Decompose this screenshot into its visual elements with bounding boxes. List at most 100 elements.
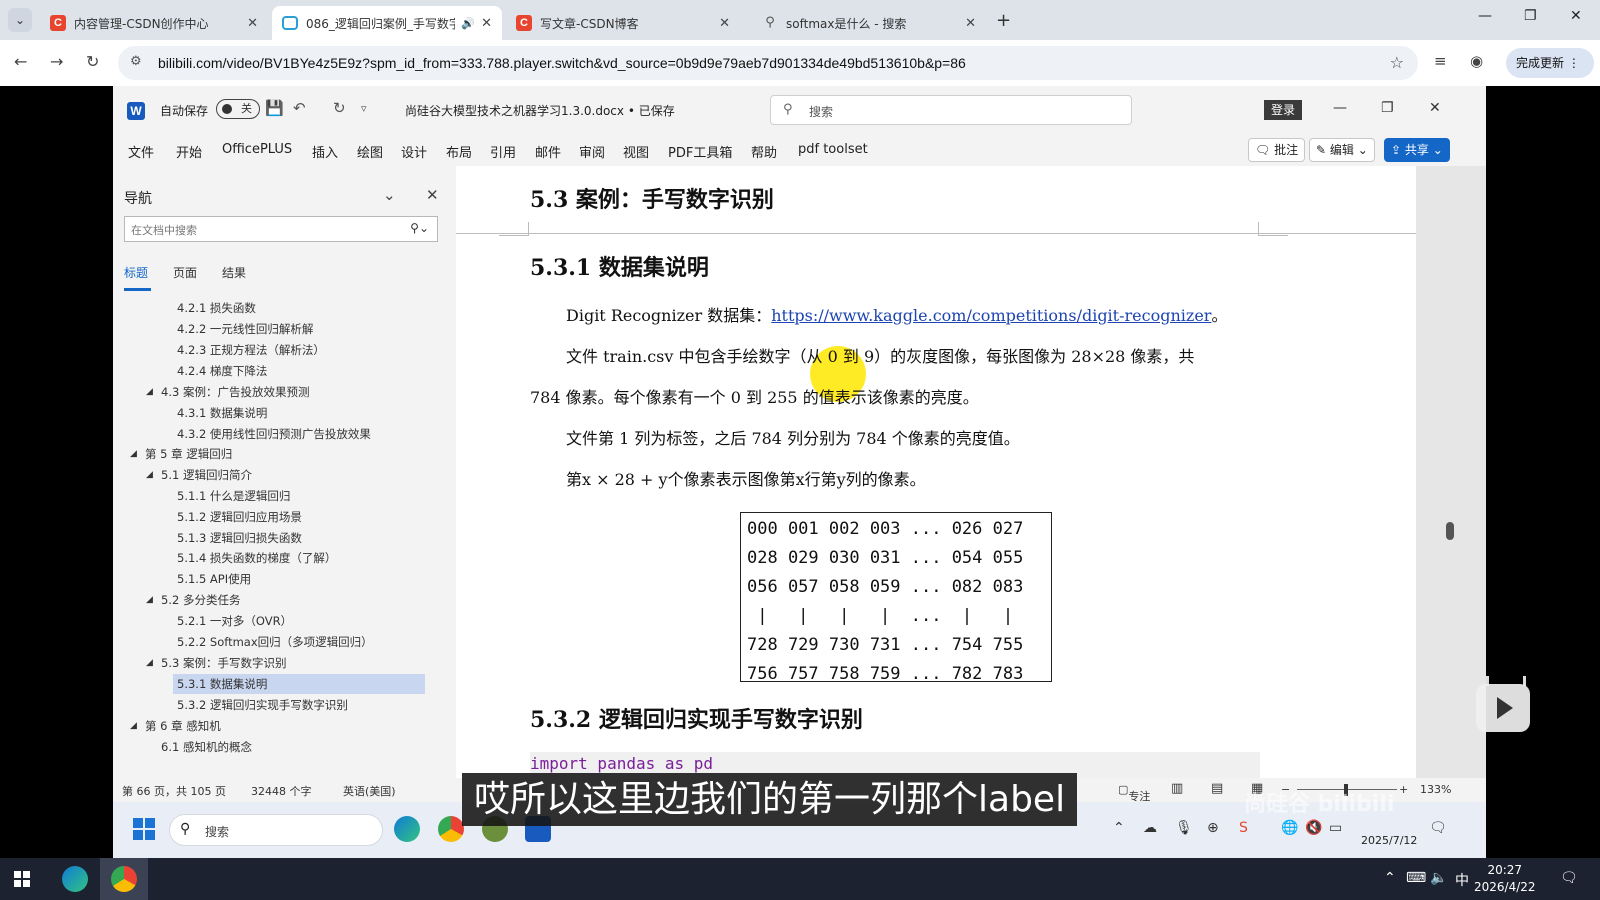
clock[interactable]: 20:27 2026/4/22 (1474, 862, 1536, 896)
collapse-triangle-icon[interactable]: ◢ (130, 444, 137, 464)
nav-heading-item[interactable]: 5.3 案例：手写数字识别 (161, 653, 286, 673)
collapse-triangle-icon[interactable]: ◢ (130, 716, 137, 736)
nav-heading-item[interactable]: 第 5 章 逻辑回归 (145, 444, 232, 464)
nav-heading-item[interactable]: 4.2.1 损失函数 (177, 298, 256, 318)
chrome-icon[interactable] (111, 866, 137, 892)
nav-search-input[interactable]: 在文档中搜索 ⚲⌄ (124, 216, 438, 242)
redo-icon[interactable]: ↻ (333, 99, 346, 117)
nav-heading-item[interactable]: 4.2.2 一元线性回归解析解 (177, 319, 313, 339)
edge-icon[interactable] (62, 866, 88, 892)
nav-tab-results[interactable]: 结果 (222, 264, 246, 281)
network-icon[interactable]: ⌨ (1406, 870, 1426, 886)
nav-heading-item[interactable]: 4.3 案例：广告投放效果预测 (161, 382, 309, 402)
chevron-down-icon[interactable]: ⌄ (383, 186, 396, 204)
nav-heading-item[interactable]: 5.2.1 一对多（OVR） (177, 611, 292, 631)
word-count[interactable]: 32448 个字 (251, 783, 312, 799)
tab-search-icon[interactable]: ⌄ (8, 8, 32, 32)
zoom-level[interactable]: 133% (1420, 783, 1451, 796)
minimize-icon[interactable]: — (1333, 100, 1347, 116)
nav-heading-item[interactable]: 5.2 多分类任务 (161, 590, 240, 610)
nav-heading-item[interactable]: 5.1.4 损失函数的梯度（了解） (177, 548, 336, 568)
menu-officeplus[interactable]: OfficePLUS (222, 142, 292, 157)
document-page[interactable]: 5.3 案例：手写数字识别 5.3.1 数据集说明 Digit Recogniz… (456, 166, 1416, 778)
close-window-icon[interactable]: ✕ (1570, 8, 1582, 24)
close-icon[interactable]: ✕ (247, 16, 258, 31)
comment-button[interactable]: 🗨 批注 (1248, 138, 1306, 162)
nav-heading-item-selected[interactable]: 5.3.1 数据集说明 (173, 674, 425, 694)
collapse-triangle-icon[interactable]: ◢ (146, 465, 153, 485)
collapse-triangle-icon[interactable]: ◢ (146, 653, 153, 673)
back-icon[interactable]: ← (14, 52, 27, 71)
horizontal-scrollbar[interactable] (456, 762, 1431, 772)
menu-help[interactable]: 帮助 (751, 142, 777, 161)
nav-heading-item[interactable]: 4.2.3 正规方程法（解析法） (177, 340, 325, 360)
chevron-up-icon[interactable]: ⌃ (1384, 870, 1396, 886)
menu-insert[interactable]: 插入 (312, 142, 338, 161)
tab-csdn-write[interactable]: C 写文章-CSDN博客 ✕ (506, 6, 740, 40)
menu-references[interactable]: 引用 (490, 142, 516, 161)
menu-design[interactable]: 设计 (401, 142, 427, 161)
nav-tab-headings[interactable]: 标题 (124, 264, 148, 281)
menu-pdf-toolbox[interactable]: PDF工具箱 (668, 142, 732, 161)
nav-heading-item[interactable]: 5.1.1 什么是逻辑回归 (177, 486, 290, 506)
vertical-scrollbar[interactable] (1444, 166, 1458, 766)
nav-heading-item[interactable]: 4.3.1 数据集说明 (177, 403, 267, 423)
reload-icon[interactable]: ↻ (86, 52, 99, 71)
collapse-triangle-icon[interactable]: ◢ (146, 590, 153, 610)
minimize-icon[interactable]: — (1478, 8, 1492, 24)
bookmark-star-icon[interactable]: ☆ (1390, 53, 1404, 72)
notification-icon[interactable]: 🗨 (1560, 870, 1578, 886)
nav-heading-item[interactable]: 4.3.2 使用线性回归预测广告投放效果 (177, 424, 371, 444)
omnibox[interactable]: ⚙ bilibili.com/video/BV1BYe4z5E9z?spm_id… (118, 46, 1418, 80)
close-icon[interactable]: ✕ (719, 16, 730, 31)
kaggle-link[interactable]: https://www.kaggle.com/competitions/digi… (771, 306, 1211, 325)
close-icon[interactable]: ✕ (1429, 100, 1441, 116)
speaker-icon[interactable]: 🔊 (461, 17, 475, 30)
search-icon[interactable]: ⚲⌄ (410, 221, 429, 235)
menu-home[interactable]: 开始 (176, 142, 202, 161)
close-icon[interactable]: ✕ (481, 16, 492, 31)
close-icon[interactable]: ✕ (426, 186, 439, 204)
share-button[interactable]: ⇪ 共享 ⌄ (1384, 138, 1450, 162)
language[interactable]: 英语(美国) (343, 783, 396, 799)
page-count[interactable]: 第 66 页，共 105 页 (122, 783, 226, 799)
autosave-toggle[interactable]: 关 (216, 99, 260, 119)
undo-icon[interactable]: ↶ (293, 99, 306, 117)
nav-tab-pages[interactable]: 页面 (173, 264, 197, 281)
media-control-icon[interactable]: ≡ (1434, 52, 1447, 70)
menu-view[interactable]: 视图 (623, 142, 649, 161)
forward-icon[interactable]: → (50, 52, 63, 71)
nav-heading-item[interactable]: 5.3.2 逻辑回归实现手写数字识别 (177, 695, 348, 715)
menu-draw[interactable]: 绘图 (357, 142, 383, 161)
menu-file[interactable]: 文件 (128, 142, 154, 161)
customize-qat-icon[interactable]: ▿ (361, 102, 367, 115)
save-icon[interactable]: 💾 (265, 99, 284, 117)
restore-icon[interactable]: ❐ (1524, 8, 1537, 24)
nav-heading-item[interactable]: 第 6 章 感知机 (145, 716, 221, 736)
windows-start-icon[interactable] (14, 871, 30, 887)
nav-heading-item[interactable]: 5.1 逻辑回归简介 (161, 465, 252, 485)
volume-icon[interactable]: 🔈 (1430, 870, 1447, 886)
nav-heading-item[interactable]: 5.1.5 API使用 (177, 569, 251, 589)
nav-heading-item[interactable]: 5.1.2 逻辑回归应用场景 (177, 507, 302, 527)
restore-icon[interactable]: ❐ (1381, 100, 1394, 116)
ime-indicator[interactable]: 中 (1455, 870, 1469, 890)
bilibili-play-icon[interactable] (1476, 684, 1530, 732)
tab-csdn-content[interactable]: C 内容管理-CSDN创作中心 ✕ (40, 6, 268, 40)
collapse-triangle-icon[interactable]: ◢ (146, 382, 153, 402)
read-mode-icon[interactable]: ▥ (1171, 781, 1183, 796)
menu-review[interactable]: 审阅 (579, 142, 605, 161)
menu-mailings[interactable]: 邮件 (535, 142, 561, 161)
site-settings-icon[interactable]: ⚙ (130, 54, 142, 69)
nav-heading-item[interactable]: 4.2.4 梯度下降法 (177, 361, 267, 381)
edit-button[interactable]: ✎ 编辑 ⌄ (1309, 138, 1375, 162)
close-icon[interactable]: ✕ (965, 16, 976, 31)
word-search-box[interactable]: ⚲ 搜索 (770, 95, 1132, 125)
nav-heading-item[interactable]: 6.1 感知机的概念 (161, 737, 252, 757)
url-text[interactable]: bilibili.com/video/BV1BYe4z5E9z?spm_id_f… (158, 55, 966, 71)
tab-softmax-search[interactable]: ⚲ softmax是什么 - 搜索 ✕ (752, 6, 986, 40)
video-player[interactable]: W 自动保存 关 💾 ↶ ↻ ▿ 尚硅谷大模型技术之机器学习1.3.0.docx… (113, 86, 1486, 858)
new-tab-icon[interactable]: + (996, 10, 1011, 31)
login-button[interactable]: 登录 (1264, 100, 1302, 120)
nav-heading-item[interactable]: 5.2.2 Softmax回归（多项逻辑回归） (177, 632, 373, 652)
